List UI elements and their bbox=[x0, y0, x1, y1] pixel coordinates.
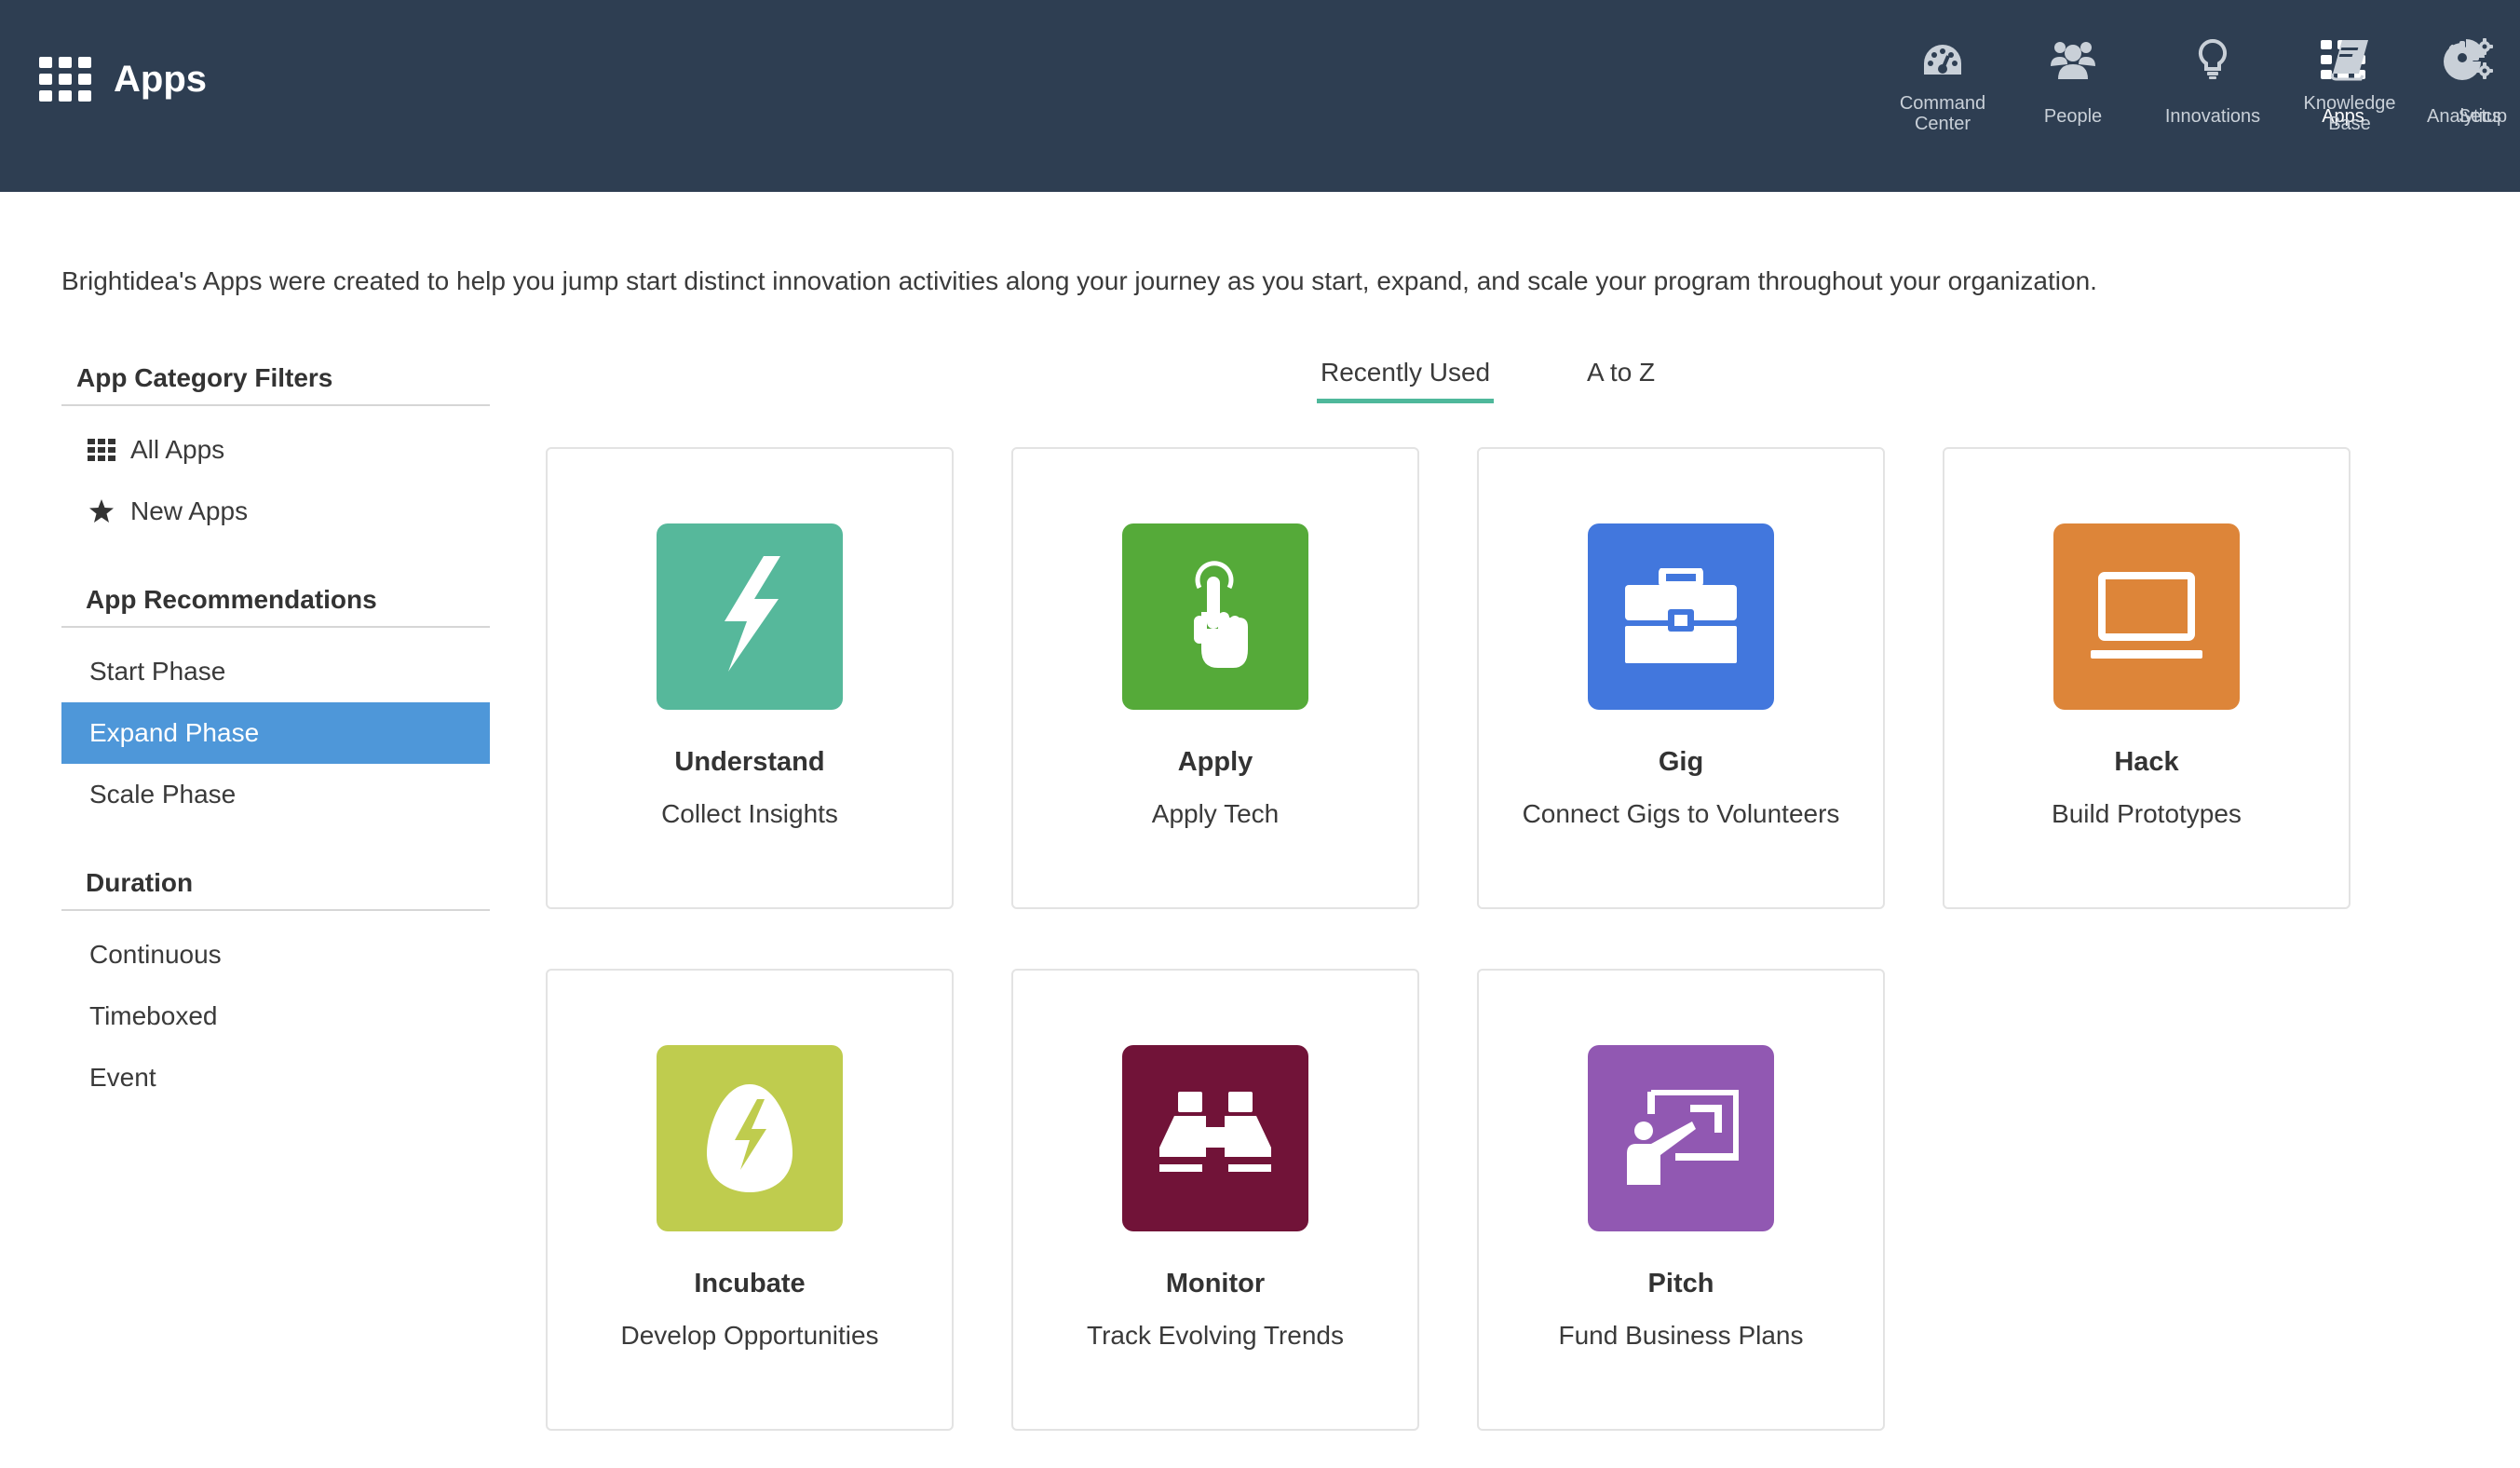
filter-continuous[interactable]: Continuous bbox=[61, 924, 490, 985]
filter-label: New Apps bbox=[130, 496, 249, 525]
category-filters-heading: App Category Filters bbox=[61, 363, 490, 406]
brand[interactable]: Apps bbox=[39, 56, 207, 102]
filter-label: Timeboxed bbox=[89, 1001, 218, 1030]
app-description: Collect Insights bbox=[661, 799, 838, 828]
filter-scale-phase[interactable]: Scale Phase bbox=[61, 764, 490, 825]
presenter-icon bbox=[1588, 1045, 1774, 1231]
nav-label: Setup bbox=[2458, 106, 2508, 127]
tab-a-to-z[interactable]: A to Z bbox=[1583, 358, 1659, 399]
filter-label: Continuous bbox=[89, 940, 222, 969]
filter-label: Scale Phase bbox=[89, 780, 237, 809]
nav-item-innovations[interactable]: Innovations bbox=[2138, 0, 2287, 192]
app-description: Track Evolving Trends bbox=[1087, 1321, 1344, 1350]
app-description: Apply Tech bbox=[1151, 799, 1280, 828]
nav-item-people[interactable]: People bbox=[2008, 0, 2138, 192]
app-name: Understand bbox=[674, 747, 825, 777]
heading-text: App Recommendations bbox=[86, 585, 377, 614]
app-name: Pitch bbox=[1647, 1269, 1714, 1298]
filter-label: Expand Phase bbox=[89, 718, 260, 747]
binoculars-icon bbox=[1122, 1045, 1308, 1231]
laptop-icon bbox=[2053, 523, 2240, 710]
heading-text: Duration bbox=[86, 868, 194, 897]
nav-item-knowledge-base[interactable]: Knowledge Base bbox=[2289, 0, 2410, 192]
app-description: Build Prototypes bbox=[2052, 799, 2242, 828]
intro-text: Brightidea's Apps were created to help y… bbox=[61, 266, 2097, 295]
app-description: Develop Opportunities bbox=[620, 1321, 879, 1350]
filter-start-phase[interactable]: Start Phase bbox=[61, 641, 490, 702]
app-card-hack[interactable]: Hack Build Prototypes bbox=[1943, 447, 2351, 909]
app-description: Connect Gigs to Volunteers bbox=[1522, 799, 1840, 828]
heading-text: App Category Filters bbox=[76, 363, 333, 392]
filter-all-apps[interactable]: All Apps bbox=[61, 419, 490, 481]
app-card-incubate[interactable]: Incubate Develop Opportunities bbox=[546, 969, 954, 1431]
app-card-understand[interactable]: Understand Collect Insights bbox=[546, 447, 954, 909]
filter-label: Start Phase bbox=[89, 657, 226, 686]
top-navigation-bar: Apps Command Center People Innovations A… bbox=[0, 0, 2520, 192]
briefcase-icon bbox=[1588, 523, 1774, 710]
app-name: Monitor bbox=[1165, 1269, 1266, 1298]
app-card-pitch[interactable]: Pitch Fund Business Plans bbox=[1477, 969, 1885, 1431]
star-icon bbox=[86, 499, 117, 523]
tap-finger-icon bbox=[1122, 523, 1308, 710]
filter-event[interactable]: Event bbox=[61, 1047, 490, 1108]
app-title: Apps bbox=[114, 58, 207, 100]
gears-icon bbox=[2444, 34, 2496, 86]
app-name: Incubate bbox=[694, 1269, 806, 1298]
app-name: Apply bbox=[1177, 747, 1253, 777]
filter-label: Event bbox=[89, 1063, 156, 1092]
dashboard-icon bbox=[1917, 34, 1969, 86]
app-name: Hack bbox=[2114, 747, 2179, 777]
filter-timeboxed[interactable]: Timeboxed bbox=[61, 985, 490, 1047]
lightning-bolt-icon bbox=[657, 523, 843, 710]
egg-bolt-icon bbox=[657, 1045, 843, 1231]
app-description: Fund Business Plans bbox=[1558, 1321, 1804, 1350]
filter-label: All Apps bbox=[130, 435, 225, 464]
people-icon bbox=[2047, 34, 2099, 86]
apps-grid-icon bbox=[39, 57, 91, 102]
app-name: Gig bbox=[1658, 747, 1704, 777]
app-card-monitor[interactable]: Monitor Track Evolving Trends bbox=[1011, 969, 1419, 1431]
filter-new-apps[interactable]: New Apps bbox=[61, 481, 490, 542]
filter-expand-phase[interactable]: Expand Phase bbox=[61, 702, 490, 764]
book-icon bbox=[2324, 34, 2376, 86]
app-card-gig[interactable]: Gig Connect Gigs to Volunteers bbox=[1477, 447, 1885, 909]
recommendations-heading: App Recommendations bbox=[61, 585, 490, 628]
duration-heading: Duration bbox=[61, 868, 490, 911]
lightbulb-icon bbox=[2187, 34, 2239, 86]
nav-item-setup[interactable]: Setup bbox=[2438, 0, 2520, 192]
nav-item-command-center[interactable]: Command Center bbox=[1877, 0, 2008, 192]
app-card-apply[interactable]: Apply Apply Tech bbox=[1011, 447, 1419, 909]
tab-recently-used[interactable]: Recently Used bbox=[1317, 358, 1495, 403]
grid-icon bbox=[86, 439, 117, 461]
